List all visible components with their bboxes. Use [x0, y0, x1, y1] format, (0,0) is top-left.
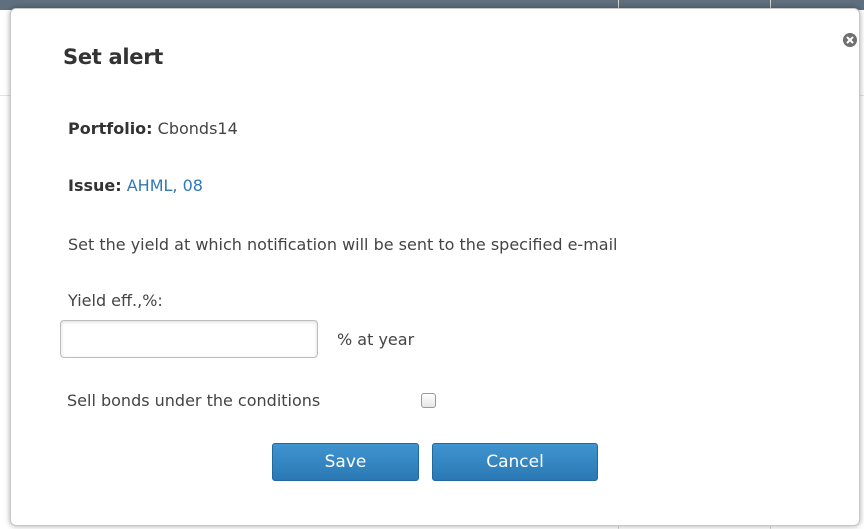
- issue-row: Issue: AHML, 08: [68, 176, 203, 195]
- yield-label: Yield eff.,%:: [68, 291, 163, 310]
- close-icon[interactable]: [843, 33, 857, 47]
- issue-link[interactable]: AHML, 08: [127, 176, 203, 195]
- yield-input[interactable]: [60, 320, 318, 358]
- dialog-title: Set alert: [63, 45, 164, 69]
- portfolio-label: Portfolio:: [68, 119, 153, 138]
- sell-bonds-checkbox[interactable]: [421, 393, 436, 408]
- save-button[interactable]: Save: [272, 443, 419, 481]
- cancel-button[interactable]: Cancel: [432, 443, 598, 481]
- portfolio-value: Cbonds14: [157, 119, 238, 138]
- issue-label: Issue:: [68, 176, 122, 195]
- portfolio-row: Portfolio: Cbonds14: [68, 119, 238, 138]
- sell-option-label: Sell bonds under the conditions: [67, 391, 321, 410]
- yield-unit-label: % at year: [337, 330, 415, 349]
- instruction-text: Set the yield at which notification will…: [68, 235, 618, 254]
